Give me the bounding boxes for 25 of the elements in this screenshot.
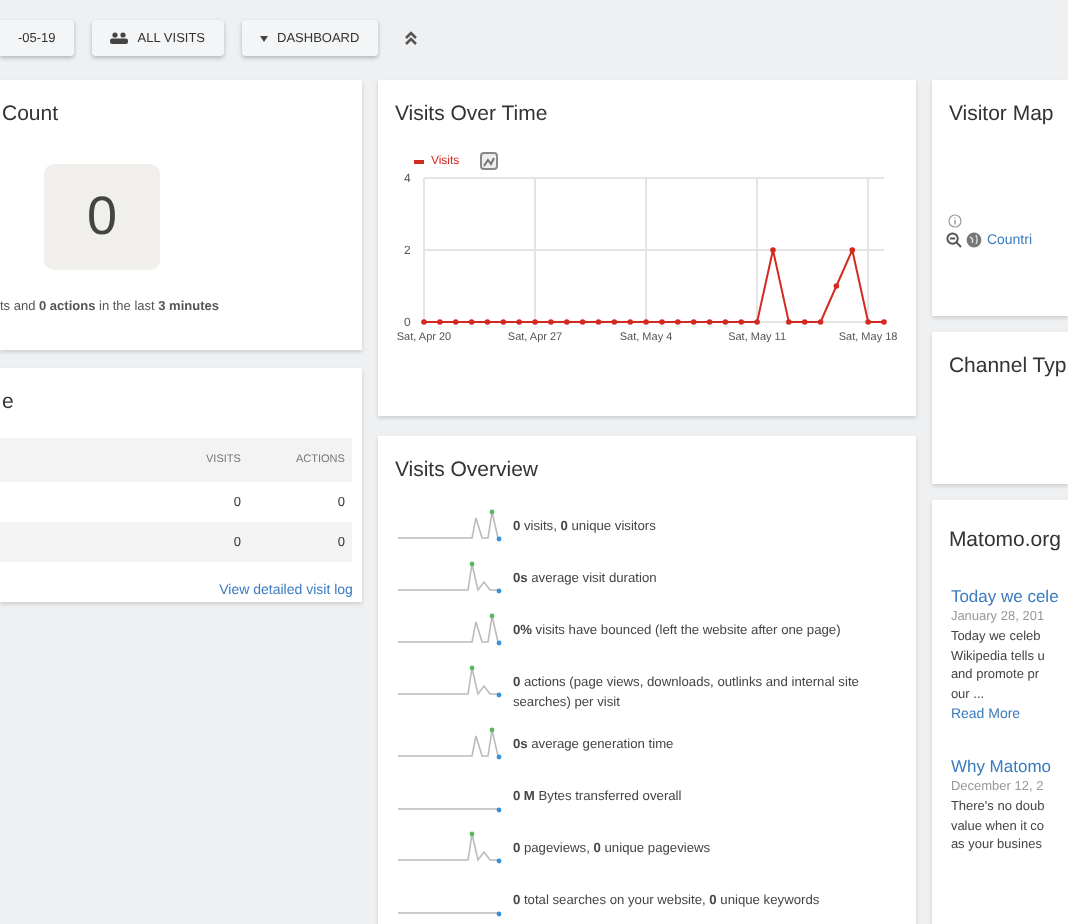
people-icon [109, 32, 128, 44]
widget-title: Visits Over Time [392, 100, 548, 126]
widget-title: Channel Typ [946, 352, 1067, 378]
widget-title: Visitor Map [946, 100, 1054, 126]
sparkline [396, 909, 505, 917]
zoom-out-icon[interactable] [946, 232, 963, 248]
sparkline [396, 610, 505, 648]
widget-title: e [0, 388, 14, 414]
widget-title: Matomo.org [946, 526, 1061, 552]
sparkline [396, 662, 505, 700]
sparkline [396, 558, 505, 596]
sparkline [396, 506, 505, 544]
sparkline [396, 828, 505, 866]
sparkline [396, 724, 505, 762]
post-title-link[interactable]: Why Matomo [950, 756, 1052, 776]
info-icon[interactable] [948, 214, 963, 228]
widget-title: Visits Overview [392, 456, 539, 482]
widget-title: Count [0, 100, 59, 126]
image-icon[interactable] [479, 152, 498, 170]
collapse-icon[interactable] [403, 30, 418, 46]
sparkline [396, 805, 505, 813]
caret-icon [259, 35, 268, 41]
post-title-link[interactable]: Today we cele [950, 586, 1059, 606]
visit-counter: 0 [44, 164, 160, 270]
globe-icon[interactable] [966, 232, 983, 248]
